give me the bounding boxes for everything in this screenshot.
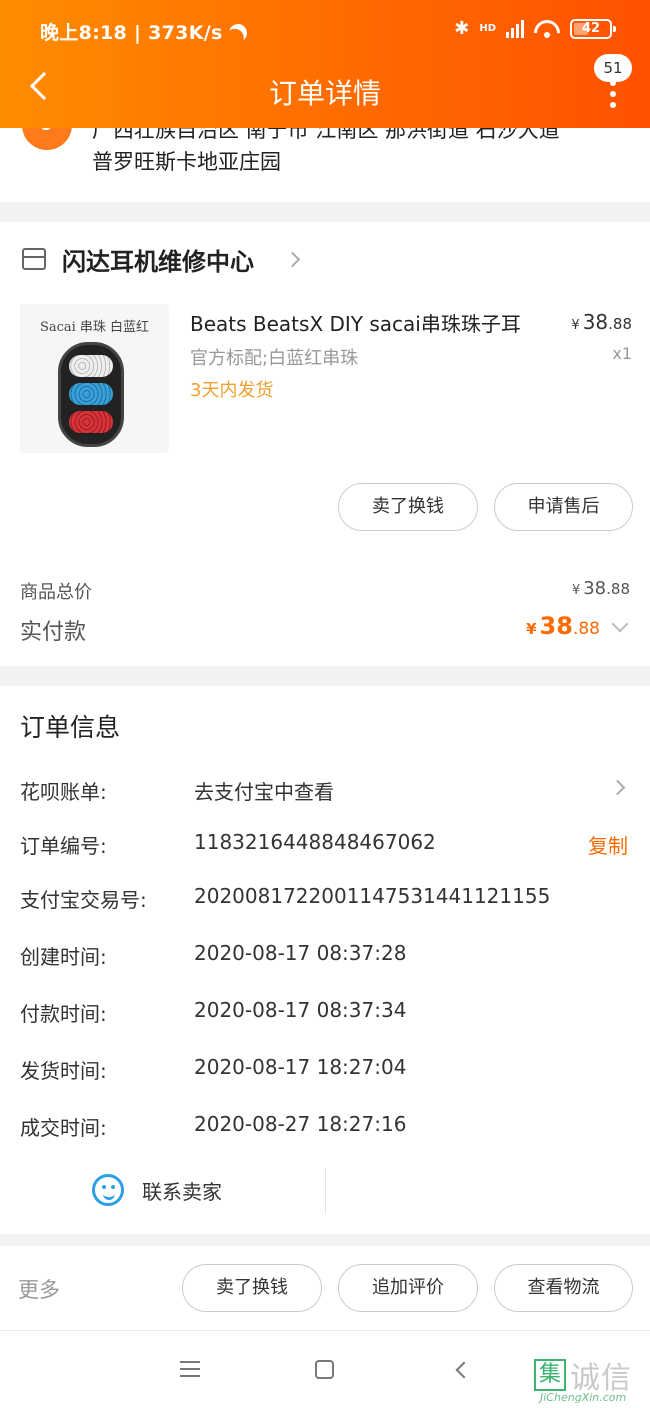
status-indicators: ✱ HD 42 <box>454 18 616 39</box>
price-integer: 38 <box>582 310 609 334</box>
message-count-badge[interactable]: 51 <box>594 54 632 82</box>
status-time-text: 晚上8:18 | 373K/s <box>40 22 223 44</box>
network-type-label: HD <box>479 23 496 34</box>
bottom-action-bar: 更多 卖了换钱 追加评价 查看物流 <box>0 1246 650 1330</box>
shipping-note: 3天内发货 <box>190 380 274 401</box>
paid-currency: ¥ <box>526 620 537 638</box>
chevron-right-icon[interactable] <box>609 779 626 796</box>
total-decimal: .88 <box>606 580 630 598</box>
alipay-trade-no-value: 2020081722001147531441121155 <box>194 884 551 908</box>
order-number-value: 1183216448848467062 <box>194 830 436 854</box>
bluetooth-icon: ✱ <box>454 18 470 39</box>
contact-seller-label: 联系卖家 <box>142 1179 222 1204</box>
huabei-bill-label: 花呗账单: <box>20 780 107 804</box>
product-title[interactable]: Beats BeatsX DIY sacai串珠珠子耳 <box>190 308 521 337</box>
product-spec: 官方标配;白蓝红串珠 <box>190 348 359 369</box>
moon-icon <box>226 21 250 45</box>
product-quantity: x1 <box>612 344 632 363</box>
order-info-title: 订单信息 <box>20 713 121 742</box>
created-time-value: 2020-08-17 08:37:28 <box>194 941 407 965</box>
chevron-down-icon[interactable] <box>611 615 629 633</box>
created-time-label: 创建时间: <box>20 945 107 969</box>
chevron-right-icon[interactable] <box>284 251 301 268</box>
completed-time-label: 成交时间: <box>20 1116 107 1140</box>
completed-time-value: 2020-08-27 18:27:16 <box>194 1112 407 1136</box>
paid-integer: 38 <box>539 612 573 640</box>
total-integer: 38 <box>583 578 607 599</box>
page-title: 订单详情 <box>268 77 381 110</box>
status-bar: 晚上8:18 | 373K/s ✱ HD 42 <box>0 0 650 58</box>
paid-time-label: 付款时间: <box>20 1002 107 1026</box>
home-icon[interactable] <box>315 1360 334 1379</box>
sell-for-cash-button[interactable]: 卖了换钱 <box>338 483 478 531</box>
shop-name[interactable]: 闪达耳机维修中心 <box>62 242 254 277</box>
amount-paid-label: 实付款 <box>20 620 87 645</box>
amount-paid-value: ¥38.88 <box>526 612 600 640</box>
app-header: 晚上8:18 | 373K/s ✱ HD 42 订单详情 51 <box>0 0 650 128</box>
shipped-time-label: 发货时间: <box>20 1059 107 1083</box>
divider <box>325 1168 326 1214</box>
alipay-trade-no-label: 支付宝交易号: <box>20 888 147 912</box>
copy-button[interactable]: 复制 <box>588 830 628 859</box>
goods-total-value: ¥38.88 <box>572 578 630 599</box>
product-price: ¥38.88 <box>571 310 632 334</box>
battery-level: 42 <box>581 21 601 36</box>
nav-bar: 订单详情 <box>0 58 650 128</box>
shop-order-card: 闪达耳机维修中心 Sacai 串珠 白蓝红 Beats BeatsX DIY s… <box>0 222 650 666</box>
order-number-label: 订单编号: <box>20 834 107 858</box>
battery-icon: 42 <box>570 18 616 39</box>
system-back-icon[interactable] <box>455 1361 473 1379</box>
shipped-time-value: 2020-08-17 18:27:04 <box>194 1055 407 1079</box>
system-nav-bar: 集 诚信 JiChengXin.com <box>0 1330 650 1408</box>
recent-apps-icon[interactable] <box>180 1361 200 1377</box>
address-line-2: 普罗旺斯卡地亚庄园 <box>92 150 281 174</box>
status-time-speed: 晚上8:18 | 373K/s <box>40 18 247 45</box>
after-sale-button[interactable]: 申请售后 <box>494 483 633 531</box>
product-image-caption: Sacai 串珠 白蓝红 <box>39 320 150 335</box>
paid-time-value: 2020-08-17 08:37:34 <box>194 998 407 1022</box>
bead-case-graphic <box>58 342 124 447</box>
watermark-url: JiChengXin.com <box>540 1391 627 1404</box>
order-info-card: 订单信息 花呗账单: 去支付宝中查看 订单编号: 118321644884846… <box>0 686 650 1234</box>
total-currency: ¥ <box>571 583 581 598</box>
customer-service-icon <box>92 1174 124 1206</box>
price-decimal: .88 <box>608 315 632 333</box>
add-review-button[interactable]: 追加评价 <box>338 1264 478 1312</box>
more-options-link[interactable]: 更多 <box>18 1274 60 1304</box>
sell-for-cash-button-bottom[interactable]: 卖了换钱 <box>182 1264 322 1312</box>
view-logistics-button[interactable]: 查看物流 <box>494 1264 633 1312</box>
product-image[interactable]: Sacai 串珠 白蓝红 <box>20 304 169 453</box>
watermark-box: 集 <box>534 1359 566 1391</box>
price-currency: ¥ <box>571 318 580 333</box>
goods-total-label: 商品总价 <box>20 582 92 603</box>
signal-icon <box>506 19 524 38</box>
more-menu-icon[interactable] <box>610 80 616 108</box>
huabei-bill-link[interactable]: 去支付宝中查看 <box>194 776 334 805</box>
paid-decimal: .88 <box>572 619 600 639</box>
wifi-icon <box>534 20 560 38</box>
store-icon <box>22 248 46 270</box>
contact-seller-button[interactable]: 联系卖家 <box>92 1174 222 1206</box>
